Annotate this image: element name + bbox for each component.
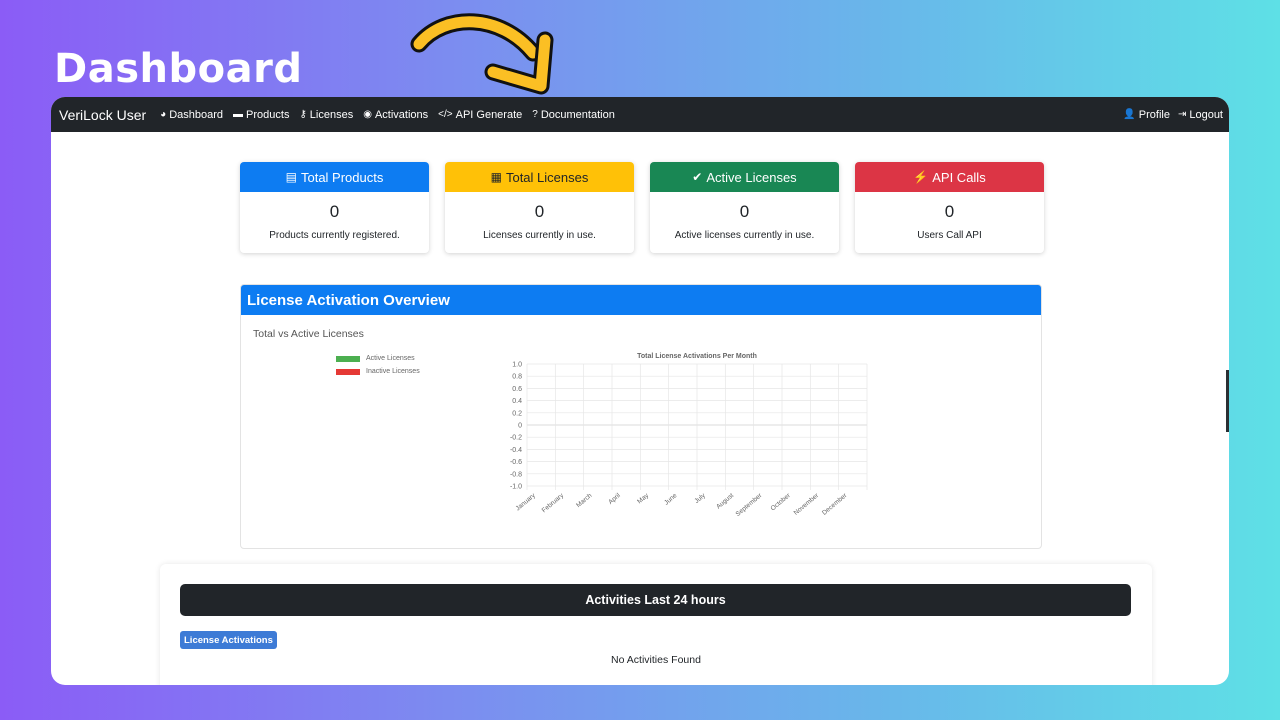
- legend-swatch: [336, 368, 360, 375]
- empty-message: No Activities Found: [611, 654, 701, 666]
- y-tick-label: 0.6: [512, 386, 522, 393]
- nav-label: Logout: [1189, 108, 1223, 121]
- arrow-decoration: [410, 13, 554, 95]
- nav-item-activations[interactable]: ◉ Activations: [363, 109, 428, 121]
- overview-subtitle: Total vs Active Licenses: [253, 328, 364, 340]
- key-icon: ⚷: [299, 109, 307, 120]
- page-title: Dashboard: [54, 46, 303, 92]
- x-tick-label: May: [636, 492, 650, 506]
- brand[interactable]: VeriLock User: [59, 107, 146, 123]
- x-tick-label: July: [693, 492, 707, 505]
- nav-label: Products: [246, 108, 290, 121]
- logout-icon: ⇥: [1177, 109, 1187, 120]
- license-activations-badge[interactable]: License Activations: [180, 631, 277, 649]
- nav-label: Profile: [1138, 108, 1170, 121]
- card-description: Users Call API: [917, 230, 982, 241]
- legend-label: Inactive Licenses: [366, 368, 420, 375]
- nav-item-documentation[interactable]: ? Documentation: [532, 109, 615, 121]
- card-description: Active licenses currently in use.: [674, 230, 815, 241]
- legend-label: Active Licenses: [366, 355, 415, 362]
- card-header: ▦ Total Licenses: [445, 162, 634, 192]
- card-description: Products currently registered.: [269, 230, 400, 241]
- nav-label: Activations: [374, 108, 429, 121]
- nav-item-products[interactable]: ▬ Products: [233, 109, 289, 121]
- card-title: API Calls: [932, 169, 986, 185]
- x-tick-label: April: [607, 492, 622, 506]
- nav-item-licenses[interactable]: ⚷ Licenses: [299, 109, 353, 121]
- card-header: ▤ Total Products: [240, 162, 429, 192]
- y-tick-label: -0.4: [510, 447, 522, 454]
- y-tick-label: 0.8: [512, 374, 522, 381]
- card-value: 0: [329, 202, 340, 221]
- x-tick-label: February: [541, 492, 566, 515]
- dashboard-icon: ◕: [160, 109, 167, 120]
- x-tick-label: August: [715, 492, 735, 510]
- card-title: Active Licenses: [706, 169, 797, 185]
- chart-title: Total License Activations Per Month: [637, 353, 757, 360]
- nav-label: API Generate: [455, 108, 523, 121]
- activations-chart: Total License Activations Per Month 1.0 0.…: [510, 353, 868, 518]
- stat-cards: ▤ Total Products 0 Products currently regis…: [240, 162, 1044, 253]
- y-tick-label: -0.6: [510, 459, 522, 466]
- legend-swatch: [336, 355, 360, 362]
- legend-item[interactable]: Inactive Licenses: [336, 368, 420, 375]
- chart-legend: Active Licenses Inactive Licenses: [336, 355, 420, 381]
- card-header: ✔ Active Licenses: [650, 162, 839, 192]
- y-tick-label: 0.2: [512, 410, 522, 417]
- boxes-icon: ▦: [490, 170, 502, 184]
- card-description: Licenses currently in use.: [483, 230, 596, 241]
- y-tick-label: -0.2: [510, 435, 522, 442]
- nav-item-api-generate[interactable]: </> API Generate: [438, 109, 522, 121]
- nav-item-profile[interactable]: 👤 Profile: [1123, 109, 1170, 121]
- y-tick-label: -1.0: [510, 484, 522, 491]
- nav-label: Dashboard: [169, 108, 224, 121]
- x-tick-label: June: [663, 492, 679, 507]
- x-tick-label: November: [793, 492, 821, 517]
- overview-panel: License Activation Overview Total vs Act…: [240, 284, 1042, 549]
- card-title: Total Licenses: [505, 169, 589, 185]
- stat-card-api-calls: ⚡ API Calls 0 Users Call API: [855, 162, 1044, 253]
- activities-panel: Activities Last 24 hours License Activat…: [160, 564, 1152, 685]
- y-tick-label: 1.0: [512, 362, 522, 369]
- stat-card-active-licenses: ✔ Active Licenses 0 Active licenses current…: [650, 162, 839, 253]
- user-icon: 👤: [1123, 109, 1136, 120]
- plug-icon: ⚡: [913, 170, 929, 184]
- overview-title: License Activation Overview: [241, 285, 1041, 315]
- y-tick-label: -0.8: [510, 471, 522, 478]
- nav-label: Documentation: [540, 108, 615, 121]
- app-window: VeriLock User ◕ Dashboard ▬ Products ⚷ Licens…: [51, 97, 1229, 685]
- legend-item[interactable]: Active Licenses: [336, 355, 420, 362]
- card-title: Total Products: [300, 169, 384, 185]
- card-value: 0: [739, 202, 750, 221]
- nav-item-logout[interactable]: ⇥ Logout: [1178, 109, 1223, 121]
- x-tick-label: March: [575, 492, 594, 509]
- y-tick-label: 0: [518, 423, 522, 430]
- box-icon: ▤: [285, 170, 297, 184]
- side-scroll-edge: [1226, 370, 1229, 432]
- nav-label: Licenses: [309, 108, 354, 121]
- products-icon: ▬: [233, 109, 244, 120]
- navbar: VeriLock User ◕ Dashboard ▬ Products ⚷ Licens…: [51, 97, 1229, 132]
- activities-title: Activities Last 24 hours: [180, 584, 1131, 616]
- card-value: 0: [534, 202, 545, 221]
- stat-card-total-licenses: ▦ Total Licenses 0 Licenses currently in us…: [445, 162, 634, 253]
- stat-card-total-products: ▤ Total Products 0 Products currently regis…: [240, 162, 429, 253]
- check-circle-icon: ✔: [692, 170, 703, 184]
- x-tick-label: October: [770, 492, 793, 513]
- card-value: 0: [944, 202, 955, 221]
- toggle-icon: ◉: [363, 109, 372, 120]
- nav-item-dashboard[interactable]: ◕ Dashboard: [160, 109, 223, 121]
- y-tick-label: 0.4: [512, 398, 522, 405]
- card-header: ⚡ API Calls: [855, 162, 1044, 192]
- x-tick-label: December: [821, 492, 849, 517]
- x-tick-label: January: [515, 492, 538, 513]
- x-tick-label: September: [735, 492, 764, 518]
- question-icon: ?: [532, 109, 538, 120]
- code-icon: </>: [438, 109, 453, 120]
